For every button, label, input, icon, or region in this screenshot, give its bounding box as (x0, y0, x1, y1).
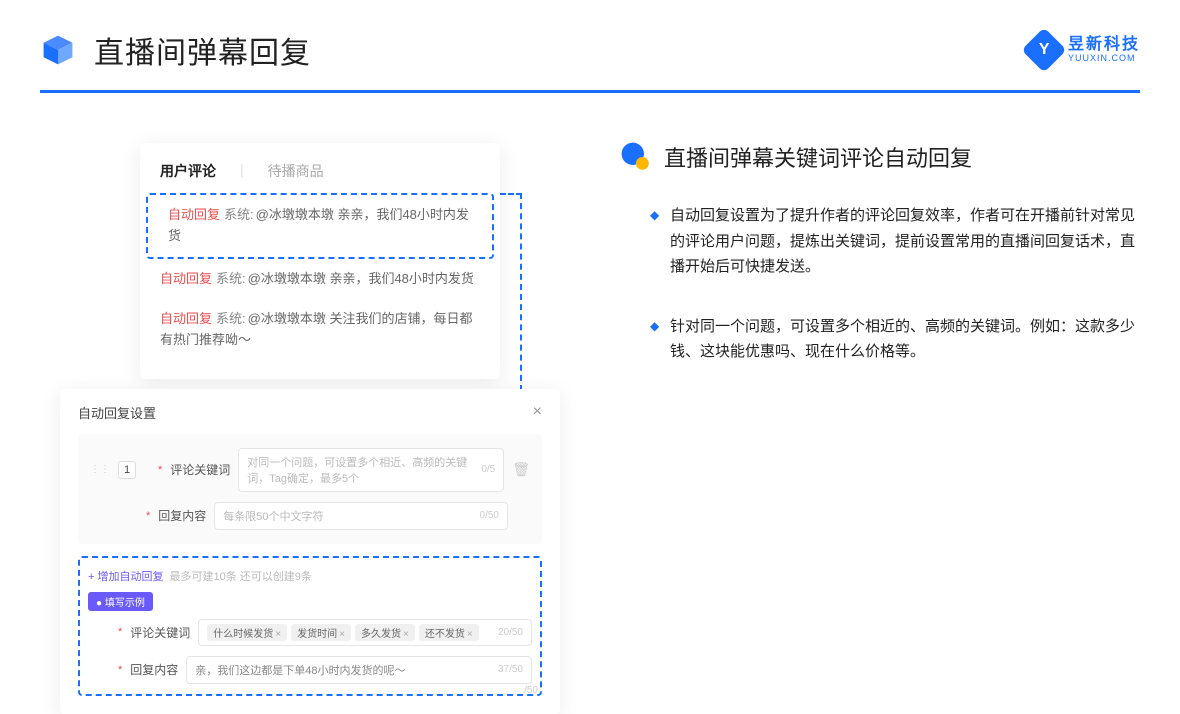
example-keyword-input[interactable]: 什么时候发货×发货时间×多久发货×还不发货× 20/50 (198, 619, 532, 646)
index-badge: 1 (118, 461, 136, 479)
comments-panel: 用户评论 | 待播商品 自动回复系统:@冰墩墩本墩 亲亲，我们48小时内发货 自… (140, 143, 500, 379)
settings-form: ⋮⋮ 1 * 评论关键词 对同一个问题，可设置多个相近、高频的关键词，Tag确定… (78, 434, 542, 544)
content-input[interactable]: 每条限50个中文字符 0/50 (214, 502, 508, 530)
header-left: 直播间弹幕回复 (40, 28, 311, 72)
section-title: 直播间弹幕关键词评论自动回复 (664, 141, 972, 173)
tab-pending-products[interactable]: 待播商品 (268, 161, 324, 181)
example-keyword-label: 评论关键词 (130, 624, 190, 641)
cube-icon (40, 32, 76, 68)
delete-icon[interactable]: 🗑 (512, 461, 530, 478)
page-title: 直播间弹幕回复 (94, 28, 311, 72)
tab-user-comments[interactable]: 用户评论 (160, 161, 216, 181)
settings-title: 自动回复设置 (78, 403, 156, 422)
bullet-item: 自动回复设置为了提升作者的评论回复效率，作者可在开播前针对常见的评论用户问题，提… (650, 203, 1140, 280)
add-auto-reply-link[interactable]: + 增加自动回复 (88, 568, 163, 584)
example-block: + 增加自动回复 最多可建10条 还可以创建9条 ● 填写示例 * 评论关键词 … (78, 556, 542, 696)
auto-reply-tag: 自动回复 (168, 207, 220, 222)
comments-tabs: 用户评论 | 待播商品 (140, 161, 500, 193)
keyword-label: 评论关键词 (170, 461, 230, 478)
comment-row-highlighted: 自动回复系统:@冰墩墩本墩 亲亲，我们48小时内发货 (146, 193, 494, 259)
content-label: 回复内容 (158, 507, 206, 524)
keyword-chip[interactable]: 什么时候发货× (207, 624, 287, 641)
brand-icon: Y (1021, 27, 1066, 72)
keyword-chip[interactable]: 发货时间× (291, 624, 351, 641)
brand-url: YUUXIN.COM (1068, 54, 1140, 64)
close-icon[interactable]: × (533, 403, 542, 421)
auto-reply-settings-panel: 自动回复设置 × ⋮⋮ 1 * 评论关键词 对同一个问题，可设置多个相近、高频的… (60, 389, 560, 714)
header: 直播间弹幕回复 Y 昱新科技 YUUXIN.COM (0, 0, 1180, 72)
example-badge: ● 填写示例 (88, 592, 153, 611)
auto-reply-tag: 自动回复 (160, 311, 212, 326)
keyword-input[interactable]: 对同一个问题，可设置多个相近、高频的关键词，Tag确定，最多5个 0/5 (238, 448, 504, 492)
add-hint: 最多可建10条 还可以创建9条 (169, 568, 311, 584)
example-content-label: 回复内容 (130, 661, 178, 678)
keyword-chip[interactable]: 还不发货× (419, 624, 479, 641)
brand-name: 昱新科技 (1068, 36, 1140, 54)
bullet-item: 针对同一个问题，可设置多个相近的、高频的关键词。例如：这款多少钱、这块能优惠吗、… (650, 314, 1140, 365)
description-column: 直播间弹幕关键词评论自动回复 自动回复设置为了提升作者的评论回复效率，作者可在开… (620, 133, 1140, 714)
drag-icon[interactable]: ⋮⋮ (90, 464, 110, 475)
connector-line (500, 193, 522, 195)
example-content-input[interactable]: 亲，我们这边都是下单48小时内发货的呢～ 37/50 (186, 656, 532, 684)
brand-logo: Y 昱新科技 YUUXIN.COM (1028, 34, 1140, 66)
comment-row: 自动回复系统:@冰墩墩本墩 关注我们的店铺，每日都有热门推荐呦～ (140, 299, 500, 361)
auto-reply-tag: 自动回复 (160, 271, 212, 286)
comment-row: 自动回复系统:@冰墩墩本墩 亲亲，我们48小时内发货 (140, 259, 500, 300)
keyword-chip[interactable]: 多久发货× (355, 624, 415, 641)
screenshot-column: 用户评论 | 待播商品 自动回复系统:@冰墩墩本墩 亲亲，我们48小时内发货 自… (60, 133, 560, 714)
chat-bubble-icon (620, 141, 652, 173)
panel-count: /50 (524, 685, 538, 696)
